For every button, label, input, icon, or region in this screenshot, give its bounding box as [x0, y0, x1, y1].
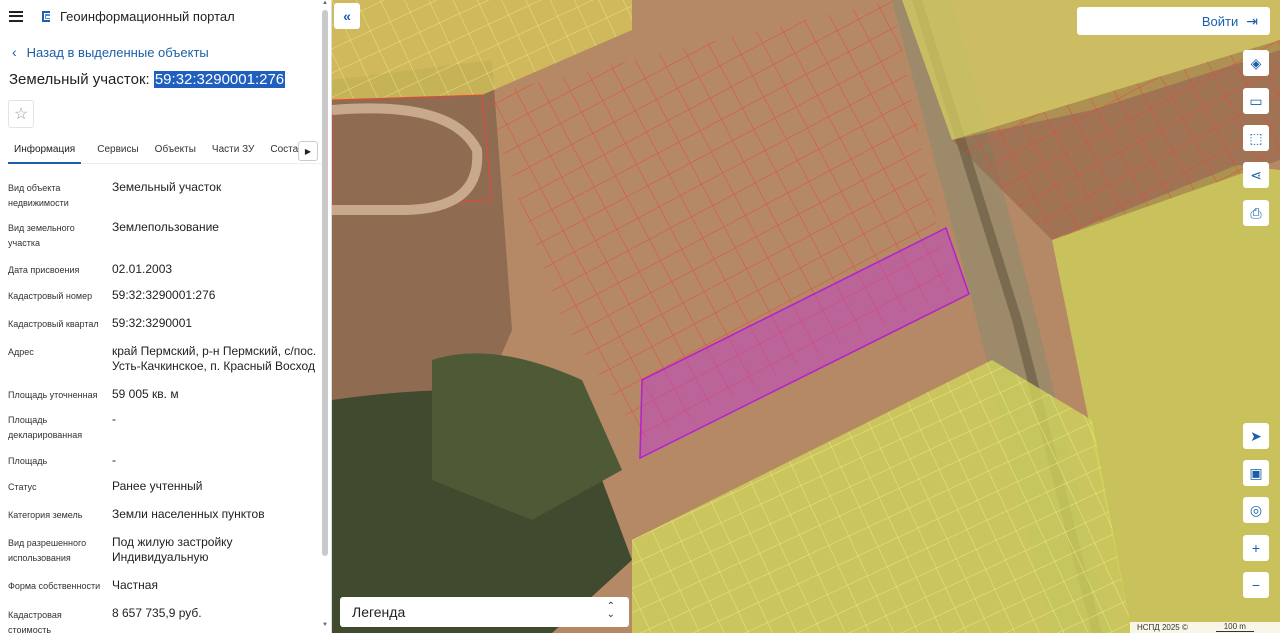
attr-key: Статус — [8, 482, 37, 492]
chevron-left-icon: ‹ — [12, 44, 17, 60]
attr-key: Площадь — [8, 456, 48, 466]
tab-parts[interactable]: Части ЗУ — [212, 140, 254, 164]
tabs-scroll-right-icon[interactable]: ▶ — [298, 141, 318, 161]
attr-value: - — [112, 412, 116, 426]
object-title: Земельный участок: 59:32:3290001:276 — [0, 71, 331, 88]
tab-bar: Информация Сервисы Объекты Части ЗУ Сост… — [8, 140, 324, 164]
attr-key: Дата присвоения — [8, 265, 80, 275]
tab-composition[interactable]: Соста — [270, 140, 298, 164]
expand-collapse-icon: ⌃ ⌄ — [606, 601, 615, 620]
panel-scrollbar[interactable] — [322, 10, 328, 556]
select-area-icon[interactable]: ⬚ — [1243, 125, 1269, 151]
tab-services[interactable]: Сервисы — [97, 140, 138, 164]
top-bar: Геоинформационный портал — [0, 0, 331, 32]
attr-value: край Пермский, р-н Пермский, с/пос. Усть… — [112, 344, 317, 373]
attr-value: - — [112, 453, 116, 467]
object-cadastral-number[interactable]: 59:32:3290001:276 — [153, 71, 286, 88]
geolocation-icon[interactable]: ◎ — [1243, 497, 1269, 523]
login-icon: ⇥ — [1246, 12, 1258, 29]
scroll-down-icon[interactable]: ▼ — [322, 622, 328, 628]
tab-info[interactable]: Информация — [8, 140, 82, 164]
zoom-in-icon[interactable]: + — [1243, 535, 1269, 561]
attribution-text: НСПД 2025 © — [1137, 623, 1188, 632]
locate-icon[interactable]: ➤ — [1243, 423, 1269, 449]
menu-icon[interactable] — [9, 10, 23, 22]
attr-value: 59:32:3290001:276 — [112, 288, 216, 302]
attr-key: Кадастровая стоимость — [8, 610, 62, 633]
map-canvas[interactable] — [332, 0, 1280, 633]
back-link[interactable]: ‹ Назад в выделенные объекты — [0, 44, 331, 60]
attr-key: Кадастровый номер — [8, 291, 93, 301]
scale-bar: 100 m — [1215, 623, 1254, 632]
attr-key: Вид разрешенного использования — [8, 538, 87, 563]
legend-label: Легенда — [352, 604, 406, 620]
attr-value: Под жилую застройку Индивидуальную — [112, 535, 233, 564]
attr-value: 59:32:3290001 — [112, 316, 193, 330]
zoom-out-icon[interactable]: − — [1243, 572, 1269, 598]
legend-dropdown[interactable]: Легенда ⌃ ⌄ — [340, 597, 629, 627]
ruler-icon[interactable]: ▭ — [1243, 88, 1269, 114]
login-button[interactable]: Войти ⇥ — [1077, 7, 1270, 35]
map-attribution: НСПД 2025 © 100 m — [1130, 622, 1280, 633]
tab-objects[interactable]: Объекты — [155, 140, 196, 164]
portal-logo-icon — [42, 10, 50, 22]
minimap-icon[interactable]: ▣ — [1243, 460, 1269, 486]
share-icon[interactable]: ⋖ — [1243, 162, 1269, 188]
login-label: Войти — [1201, 13, 1239, 29]
layers-icon[interactable]: ◈ — [1243, 50, 1269, 76]
scroll-up-icon[interactable]: ▲ — [322, 0, 328, 6]
app-title: Геоинформационный портал — [60, 8, 235, 24]
attr-key: Категория земель — [8, 510, 83, 520]
satellite-map — [332, 0, 1280, 633]
collapse-panel-button[interactable]: « — [334, 3, 360, 29]
attr-value: Землепользование — [112, 220, 219, 234]
attr-key: Вид земельного участка — [8, 223, 75, 248]
attr-value: 8 657 735,9 руб. — [112, 606, 202, 620]
attr-key: Площадь уточненная — [8, 390, 98, 400]
attr-key: Площадь декларированная — [8, 415, 83, 440]
attr-value: Частная — [112, 578, 158, 592]
attr-value: Земельный участок — [112, 180, 222, 194]
back-link-label: Назад в выделенные объекты — [26, 44, 209, 60]
attr-key: Кадастровый квартал — [8, 319, 99, 329]
info-panel: Геоинформационный портал ‹ Назад в выдел… — [0, 0, 332, 633]
print-icon[interactable]: ⎙ — [1243, 200, 1269, 226]
favorite-star-icon[interactable]: ☆ — [8, 100, 34, 128]
attr-value: 59 005 кв. м — [112, 387, 179, 401]
attr-value: Ранее учтенный — [112, 479, 203, 493]
attr-key: Вид объекта недвижимости — [8, 183, 69, 208]
attr-value: 02.01.2003 — [112, 262, 173, 276]
attr-key: Адрес — [8, 347, 34, 357]
object-title-prefix: Земельный участок: — [9, 71, 150, 88]
attr-value: Земли населенных пунктов — [112, 507, 265, 521]
attr-key: Форма собственности — [8, 581, 101, 591]
